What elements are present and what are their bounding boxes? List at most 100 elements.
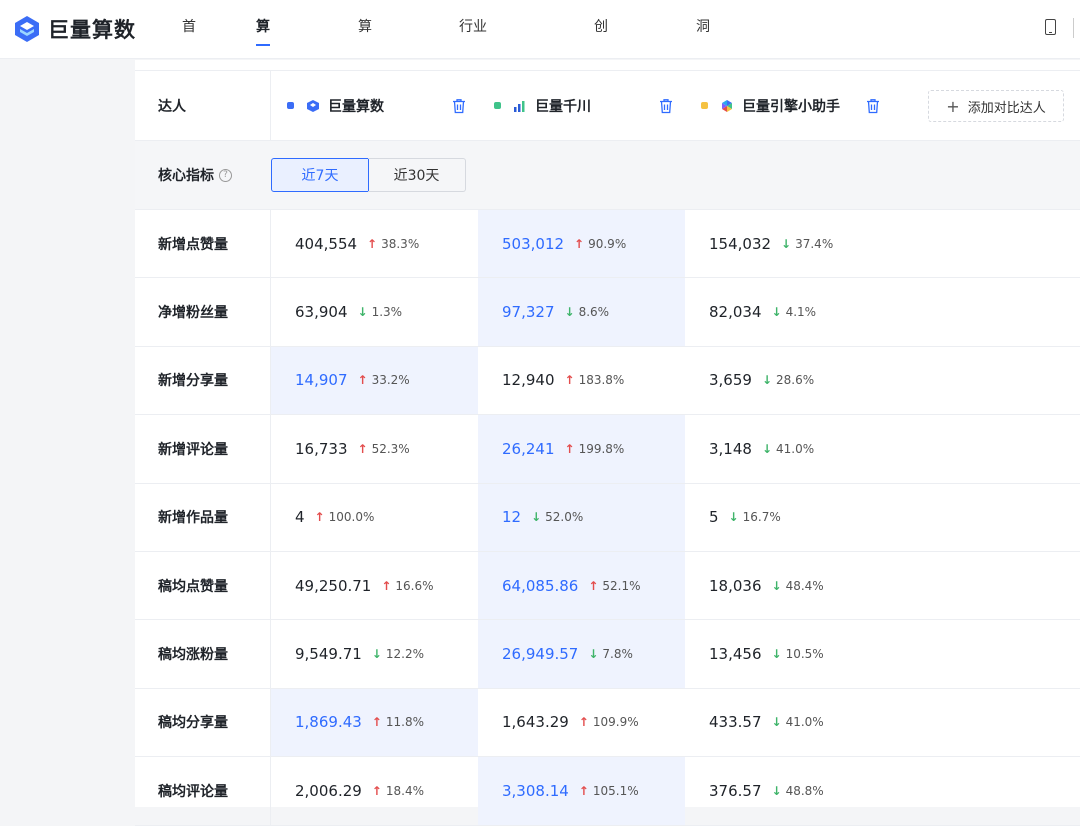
metric-value-cell: 3,308.14 ↑ 105.1% <box>478 757 685 825</box>
arrow-down-icon: ↓ <box>564 305 575 320</box>
trash-icon[interactable] <box>866 98 880 114</box>
compare-panel: 达人 巨量算数 巨量千川 巨量引擎小助手 + 添加对比达人 核心指标 ? 近7天 近… <box>135 60 1080 826</box>
metric-name: 新增评论量 <box>135 415 271 483</box>
question-circle-icon[interactable]: ? <box>219 168 232 182</box>
metric-value: 376.57 <box>709 781 762 800</box>
arrow-up-icon: ↑ <box>578 783 589 798</box>
metric-value: 16,733 <box>295 439 348 458</box>
metric-value: 13,456 <box>709 645 762 664</box>
nav-item[interactable]: 首页 <box>182 0 196 89</box>
metric-name: 稿均分享量 <box>135 688 271 757</box>
metric-change-value: 28.6% <box>776 373 815 388</box>
core-metrics-label: 核心指标 ? <box>135 141 271 209</box>
metric-value-cell: 154,032 ↓ 37.4% <box>685 210 1080 277</box>
metric-value-cell: 82,034 ↓ 4.1% <box>685 278 1080 345</box>
account-heading: 巨量千川 <box>494 96 591 116</box>
metric-change-value: 109.9% <box>592 715 639 730</box>
mobile-phone-icon[interactable] <box>1045 19 1056 35</box>
arrow-up-icon: ↑ <box>314 510 325 525</box>
metric-value: 49,250.71 <box>295 576 372 595</box>
metric-name: 稿均评论量 <box>135 757 271 825</box>
compare-account: 巨量引擎小助手 <box>685 71 892 140</box>
brand-logo[interactable]: 巨量算数 <box>12 12 136 46</box>
metric-value-cell: 1,643.29 ↑ 109.9% <box>478 689 685 756</box>
metric-row: 新增分享量 14,907 ↑ 33.2% 12,940 ↑ 183.8% 3,659 ↓ 28.6… <box>135 346 1080 416</box>
metric-change: ↓ 12.2% <box>372 647 424 661</box>
range-30d-tab[interactable]: 近30天 <box>368 158 466 192</box>
range-7d-tab[interactable]: 近7天 <box>271 158 369 192</box>
metric-change-value: 38.3% <box>381 236 420 251</box>
metric-change: ↓ 48.4% <box>772 579 824 593</box>
metric-name: 新增分享量 <box>135 346 271 415</box>
metric-change-value: 100.0% <box>328 510 375 525</box>
arrow-up-icon: ↑ <box>371 715 382 730</box>
metric-change: ↓ 10.5% <box>772 647 824 661</box>
metric-row: 新增作品量 4 ↑ 100.0% 12 ↓ 52.0% 5 ↓ 16.7% <box>135 483 1080 552</box>
metric-value: 26,241 <box>502 439 555 458</box>
metric-change: ↓ 28.6% <box>762 373 814 387</box>
arrow-down-icon: ↓ <box>771 647 782 662</box>
arrow-up-icon: ↑ <box>371 783 382 798</box>
plus-icon: + <box>946 96 960 116</box>
account-name: 巨量引擎小助手 <box>742 98 840 115</box>
metric-value: 154,032 <box>709 234 772 253</box>
metric-change: ↑ 183.8% <box>565 373 625 387</box>
metric-row: 净增粉丝量 63,904 ↓ 1.3% 97,327 ↓ 8.6% 82,034 ↓ 4.1% <box>135 278 1080 347</box>
metric-change: ↓ 48.8% <box>772 784 824 798</box>
trash-icon[interactable] <box>452 98 466 114</box>
metric-name: 稿均涨粉量 <box>135 620 271 688</box>
metric-value: 3,308.14 <box>502 781 569 800</box>
metric-name: 净增粉丝量 <box>135 278 271 346</box>
account-heading: 巨量算数 <box>287 96 384 116</box>
arrow-up-icon: ↑ <box>381 578 392 593</box>
bar-chart-logo-icon <box>513 99 527 113</box>
metric-change: ↓ 52.0% <box>531 510 583 524</box>
metric-value-cell: 5 ↓ 16.7% <box>685 484 1080 551</box>
metric-value: 14,907 <box>295 371 348 390</box>
nav-item[interactable]: 算数榜单 <box>358 0 372 197</box>
metric-change: ↑ 33.2% <box>358 373 410 387</box>
metric-change: ↓ 16.7% <box>729 510 781 524</box>
metric-value: 82,034 <box>709 303 762 322</box>
metric-change-value: 12.2% <box>385 647 424 662</box>
metric-change: ↑ 38.3% <box>367 237 419 251</box>
metric-change-value: 16.7% <box>742 510 781 525</box>
metric-value-cell: 503,012 ↑ 90.9% <box>478 210 685 278</box>
nav-item[interactable]: 洞察报告 <box>696 0 714 245</box>
nav-item[interactable]: 创作指南 <box>594 0 608 197</box>
metric-change: ↓ 41.0% <box>762 442 814 456</box>
left-sidebar <box>0 60 134 807</box>
metric-change-value: 105.1% <box>592 783 639 798</box>
metric-change: ↑ 199.8% <box>565 442 625 456</box>
add-compare-button[interactable]: + 添加对比达人 <box>928 90 1064 122</box>
metric-value-cell: 18,036 ↓ 48.4% <box>685 552 1080 619</box>
legend-dot <box>287 102 294 109</box>
compare-account: 巨量算数 <box>271 71 478 140</box>
metric-value: 18,036 <box>709 576 762 595</box>
legend-dot <box>701 102 708 109</box>
metric-value-cell: 16,733 ↑ 52.3% <box>271 415 478 482</box>
nav-item[interactable]: 行业指南NEW <box>459 0 493 141</box>
metric-change-value: 199.8% <box>578 441 625 456</box>
metric-value: 433.57 <box>709 713 762 732</box>
header-label: 达人 <box>135 71 271 140</box>
metric-change: ↑ 100.0% <box>315 510 375 524</box>
metric-row: 稿均分享量 1,869.43 ↑ 11.8% 1,643.29 ↑ 109.9% 433.57… <box>135 688 1080 758</box>
arrow-down-icon: ↓ <box>761 441 773 456</box>
metric-value-cell: 9,549.71 ↓ 12.2% <box>271 620 478 687</box>
metric-value: 64,085.86 <box>502 576 579 595</box>
metric-change-value: 33.2% <box>371 373 410 388</box>
arrow-up-icon: ↑ <box>574 236 585 251</box>
trash-icon[interactable] <box>659 98 673 114</box>
arrow-up-icon: ↑ <box>578 715 589 730</box>
nav-item[interactable]: 算数指数 <box>256 0 270 197</box>
compare-header-row: 达人 巨量算数 巨量千川 巨量引擎小助手 + 添加对比达人 <box>135 71 1080 141</box>
arrow-up-icon: ↑ <box>564 373 575 388</box>
metric-change-value: 1.3% <box>371 305 403 320</box>
arrow-down-icon: ↓ <box>761 373 773 388</box>
metric-change-value: 10.5% <box>785 647 824 662</box>
metric-value-cell: 2,006.29 ↑ 18.4% <box>271 757 478 824</box>
account-name: 巨量算数 <box>328 98 384 115</box>
metric-change: ↑ 16.6% <box>381 579 433 593</box>
metric-change: ↓ 37.4% <box>781 237 833 251</box>
